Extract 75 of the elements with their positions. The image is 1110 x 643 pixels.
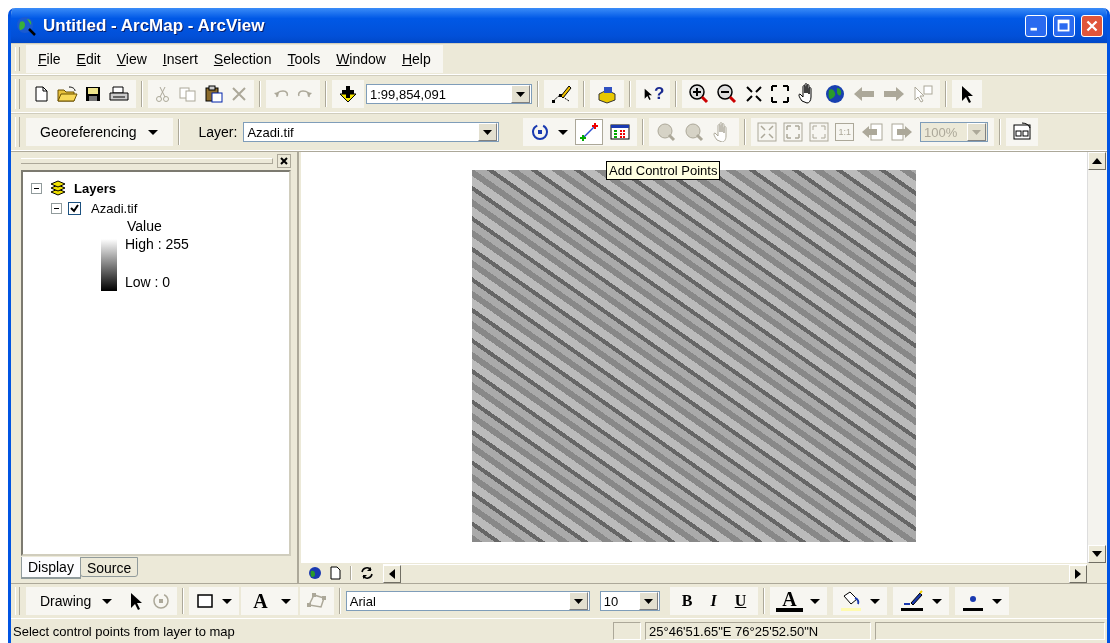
refresh-icon[interactable] xyxy=(359,565,375,581)
layers-label[interactable]: Layers xyxy=(74,180,116,196)
zoom-in-icon[interactable] xyxy=(688,83,711,105)
layout-icon[interactable] xyxy=(1011,122,1032,142)
caret-icon[interactable] xyxy=(101,596,114,606)
line-color-icon[interactable] xyxy=(898,590,925,612)
horizontal-scrollbar[interactable] xyxy=(383,563,1087,583)
panel-tab[interactable]: Display xyxy=(21,557,81,579)
legend-low-label: Low : 0 xyxy=(125,273,172,291)
caret-icon[interactable] xyxy=(221,596,234,606)
print-icon[interactable] xyxy=(108,85,130,103)
collapse-icon[interactable] xyxy=(31,182,42,194)
vertical-scrollbar[interactable] xyxy=(1087,152,1107,563)
font-combo[interactable]: Arial xyxy=(345,591,590,611)
bold-button[interactable]: B xyxy=(675,592,699,610)
legend-high-label: High : 255 xyxy=(125,236,190,254)
fill-color-icon[interactable] xyxy=(838,590,863,612)
layer-label: Layer: xyxy=(198,124,238,140)
rectangle-icon[interactable] xyxy=(195,591,216,611)
menu-item[interactable]: Window xyxy=(330,49,392,69)
app-globe-icon[interactable] xyxy=(15,14,37,37)
menu-item[interactable]: Insert xyxy=(156,49,204,69)
color-ramp xyxy=(101,239,117,291)
close-panel-button[interactable] xyxy=(277,154,291,168)
menu-item[interactable]: Selection xyxy=(207,49,278,69)
scroll-left-icon[interactable] xyxy=(389,568,395,579)
caret-icon[interactable] xyxy=(279,596,292,606)
close-button[interactable] xyxy=(1081,14,1103,37)
caret-icon[interactable] xyxy=(930,596,943,606)
menu-item[interactable]: Tools xyxy=(281,49,327,69)
layer-combo[interactable]: Azadi.tif xyxy=(243,122,500,142)
caret-icon[interactable] xyxy=(868,596,881,606)
panel-tab[interactable]: Source xyxy=(79,557,139,577)
underline-button[interactable]: U xyxy=(728,592,753,610)
globe-icon[interactable] xyxy=(824,83,847,105)
save-icon[interactable] xyxy=(84,85,102,103)
link-table-icon[interactable] xyxy=(609,123,632,141)
menu-item[interactable]: Help xyxy=(395,49,437,69)
add-data-icon[interactable] xyxy=(338,85,358,103)
font-size-combo[interactable]: 10 xyxy=(599,591,660,611)
status-pane xyxy=(613,622,641,640)
italic-button[interactable]: I xyxy=(704,592,723,610)
toolbox-icon[interactable] xyxy=(596,84,618,104)
collapse-icon[interactable] xyxy=(51,202,62,214)
data-view-icon[interactable] xyxy=(307,565,323,581)
caret-icon[interactable] xyxy=(557,127,570,137)
maximize-button[interactable] xyxy=(1053,14,1075,37)
coordinates-readout: 25°46'51.65"E 76°25'52.50"N xyxy=(645,622,871,640)
menu-item[interactable]: View xyxy=(110,49,153,69)
new-document-icon[interactable] xyxy=(32,85,50,103)
minimize-button[interactable] xyxy=(1025,14,1047,37)
status-message: Select control points from layer to map xyxy=(13,623,236,639)
layer-checkbox[interactable] xyxy=(68,201,81,215)
scroll-down-icon[interactable] xyxy=(1092,551,1102,557)
scale-combo[interactable]: 1:99,854,091 xyxy=(366,84,532,104)
caret-icon[interactable] xyxy=(808,596,821,606)
zoom-out-icon[interactable] xyxy=(716,83,739,105)
fixed-zoom-in-icon[interactable] xyxy=(744,84,765,104)
layout-view-icon[interactable] xyxy=(327,565,343,581)
layers-icon[interactable] xyxy=(48,178,68,198)
caret-icon[interactable] xyxy=(990,596,1003,606)
open-folder-icon[interactable] xyxy=(56,85,78,103)
layer-name[interactable]: Azadi.tif xyxy=(91,200,138,216)
menu-item[interactable]: Edit xyxy=(70,49,107,69)
editor-pencil-icon[interactable] xyxy=(550,84,572,104)
scroll-up-icon[interactable] xyxy=(1092,158,1102,164)
tooltip: Add Control Points xyxy=(606,161,721,180)
legend-title: Value xyxy=(127,218,163,234)
menu-item[interactable]: File xyxy=(32,49,67,69)
window-title: Untitled - ArcMap - ArcView xyxy=(43,15,266,36)
fixed-zoom-out-icon[interactable] xyxy=(770,84,791,104)
scroll-right-icon[interactable] xyxy=(1075,568,1081,579)
add-control-points-icon[interactable] xyxy=(575,119,604,145)
caret-icon[interactable] xyxy=(146,127,159,137)
clipboard-icon[interactable] xyxy=(204,85,224,103)
